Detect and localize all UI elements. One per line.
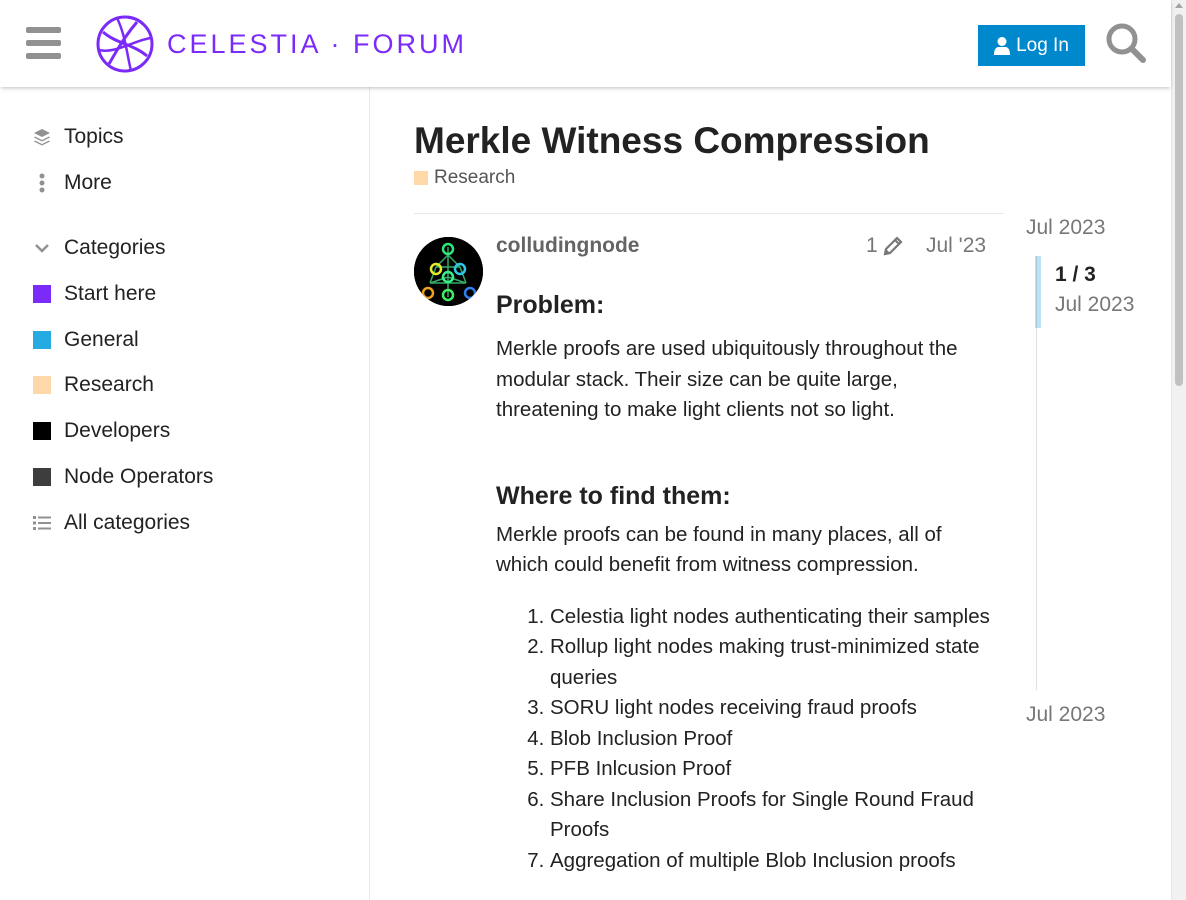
post-paragraph: Merkle proofs are used ubiquitously thro… xyxy=(496,337,958,421)
timeline-position-date: Jul 2023 xyxy=(1055,293,1135,316)
chevron-down-icon xyxy=(32,243,52,253)
post-edit-history[interactable]: 1 xyxy=(866,234,904,258)
user-icon xyxy=(994,36,1011,55)
page-scrollbar[interactable] xyxy=(1171,0,1186,900)
category-color-swatch xyxy=(33,422,51,440)
pencil-icon xyxy=(883,236,903,256)
sidebar: Topics More Categories Start here Genera… xyxy=(0,87,370,900)
category-color-swatch xyxy=(33,376,51,394)
topic-title[interactable]: Merkle Witness Compression xyxy=(414,120,930,162)
hamburger-menu-icon[interactable] xyxy=(26,27,61,59)
login-button[interactable]: Log In xyxy=(978,25,1085,66)
site-logo[interactable]: CELESTIA · FORUM xyxy=(95,14,467,74)
timeline-start-date[interactable]: Jul 2023 xyxy=(1026,216,1105,240)
vertical-ellipsis-icon xyxy=(32,173,52,193)
list-item: Share Inclusion Proofs for Single Round … xyxy=(550,785,996,846)
timeline-position: 1 / 3 xyxy=(1055,263,1096,286)
topic-category-badge[interactable]: Research xyxy=(414,167,515,189)
scroll-up-arrow-icon[interactable] xyxy=(1175,3,1183,8)
sidebar-item-label: All categories xyxy=(64,511,191,534)
sidebar-item-node-operators[interactable]: Node Operators xyxy=(32,465,213,489)
sidebar-item-label: Node Operators xyxy=(64,465,214,488)
sidebar-item-all-categories[interactable]: All categories xyxy=(32,511,190,535)
timeline-end-date[interactable]: Jul 2023 xyxy=(1026,703,1105,727)
sidebar-item-label: Developers xyxy=(64,419,171,442)
post-body: Problem: Merkle proofs are used ubiquito… xyxy=(496,286,996,876)
category-color-swatch xyxy=(414,171,428,185)
sidebar-item-topics[interactable]: Topics xyxy=(32,125,124,149)
post-paragraph: Merkle proofs can be found in many place… xyxy=(496,522,942,577)
sidebar-item-developers[interactable]: Developers xyxy=(32,419,170,443)
list-item: Blob Inclusion Proof xyxy=(550,724,996,755)
celestia-logo-icon xyxy=(96,15,154,73)
sidebar-item-research[interactable]: Research xyxy=(32,373,154,397)
login-label: Log In xyxy=(1016,34,1069,56)
edit-count: 1 xyxy=(866,234,878,257)
sidebar-item-general[interactable]: General xyxy=(32,328,139,352)
sidebar-item-label: General xyxy=(64,328,139,351)
topic-divider xyxy=(414,213,1004,214)
avatar-image xyxy=(414,237,483,306)
categories-heading: Categories xyxy=(64,236,166,259)
post-heading-where: Where to find them: xyxy=(496,481,731,510)
avatar[interactable] xyxy=(414,237,483,306)
list-item: Rollup light nodes making trust-minimize… xyxy=(550,632,996,693)
post-author-username[interactable]: colludingnode xyxy=(496,234,639,258)
sidebar-item-label: More xyxy=(64,171,112,194)
category-color-swatch xyxy=(33,331,51,349)
list-item: Celestia light nodes authenticating thei… xyxy=(550,602,996,633)
logo-text: CELESTIA · FORUM xyxy=(167,28,468,59)
post-heading-problem: Problem: xyxy=(496,291,605,319)
list-item: PFB Inlcusion Proof xyxy=(550,754,996,785)
list-item: Aggregation of multiple Blob Inclusion p… xyxy=(550,846,996,877)
scrollbar-thumb[interactable] xyxy=(1175,14,1183,386)
post-list: Celestia light nodes authenticating thei… xyxy=(496,602,996,877)
category-color-swatch xyxy=(33,285,51,303)
site-header: CELESTIA · FORUM Log In xyxy=(0,0,1171,87)
search-icon[interactable] xyxy=(1105,22,1147,64)
list-icon xyxy=(32,515,52,531)
post-date[interactable]: Jul '23 xyxy=(926,234,986,258)
sidebar-item-more[interactable]: More xyxy=(32,171,112,195)
sidebar-item-label: Research xyxy=(64,373,154,396)
timeline-scroll-handle[interactable] xyxy=(1035,256,1041,328)
topic-category-label: Research xyxy=(434,167,516,188)
sidebar-item-label: Start here xyxy=(64,282,157,305)
sidebar-item-start-here[interactable]: Start here xyxy=(32,282,156,306)
category-color-swatch xyxy=(33,468,51,486)
categories-section-toggle[interactable]: Categories xyxy=(32,236,166,260)
layers-icon xyxy=(32,128,52,146)
sidebar-item-label: Topics xyxy=(64,125,124,148)
list-item: SORU light nodes receiving fraud proofs xyxy=(550,693,996,724)
